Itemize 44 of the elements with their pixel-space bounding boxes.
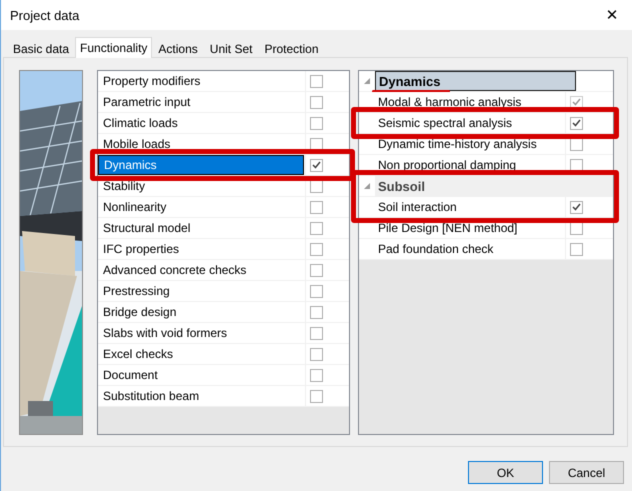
window-title: Project data — [10, 8, 80, 22]
checkbox[interactable] — [310, 222, 323, 234]
group-header[interactable]: Subsoil — [375, 176, 613, 196]
option-name: Pad foundation check — [377, 241, 494, 258]
option-name: Modal & harmonic analysis — [377, 94, 522, 111]
tab[interactable]: Basic data — [7, 39, 76, 57]
dialog-button[interactable]: Cancel — [549, 461, 624, 484]
check-icon — [572, 119, 581, 127]
checkbox[interactable] — [310, 242, 323, 256]
option-name: Non proportional damping — [377, 157, 518, 174]
option-name: Soil interaction — [377, 199, 458, 216]
dialog-button[interactable]: OK — [468, 461, 543, 484]
tab[interactable]: Functionality — [75, 37, 152, 58]
module-name[interactable]: Dynamics — [98, 155, 304, 175]
checkbox[interactable] — [310, 116, 323, 130]
checkbox[interactable] — [310, 200, 323, 214]
checkbox[interactable] — [310, 306, 323, 318]
check-icon — [312, 161, 321, 169]
tab[interactable]: Unit Set — [204, 39, 258, 57]
collapse-icon[interactable] — [364, 183, 370, 189]
checkbox[interactable] — [310, 326, 323, 340]
check-icon — [572, 98, 581, 106]
checkbox[interactable] — [310, 158, 323, 172]
checkbox[interactable] — [310, 390, 323, 402]
checkbox[interactable] — [310, 138, 323, 150]
checkbox[interactable] — [570, 200, 583, 214]
option-name: Pile Design [NEN method] — [377, 220, 518, 237]
collapse-icon[interactable] — [364, 78, 370, 84]
checkbox[interactable] — [310, 368, 323, 382]
close-button[interactable]: ✕ — [592, 0, 632, 30]
checkbox[interactable] — [570, 116, 583, 130]
checkbox[interactable] — [570, 242, 583, 256]
tab[interactable]: Protection — [258, 39, 324, 57]
group-header[interactable]: Dynamics — [375, 71, 576, 91]
checkbox[interactable] — [310, 348, 323, 360]
checkbox[interactable] — [310, 264, 323, 276]
checkbox[interactable] — [310, 74, 323, 88]
option-name: Seismic spectral analysis — [377, 115, 514, 132]
check-icon — [572, 203, 581, 211]
checkbox[interactable] — [310, 284, 323, 298]
checkbox[interactable] — [570, 158, 583, 172]
tab[interactable]: Actions — [152, 39, 204, 57]
option-name: Dynamic time-history analysis — [377, 136, 538, 153]
checkbox[interactable] — [310, 96, 323, 108]
